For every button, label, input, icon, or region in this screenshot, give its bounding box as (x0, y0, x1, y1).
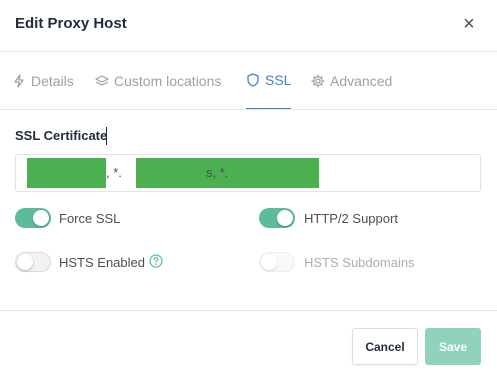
cancel-button[interactable]: Cancel (352, 328, 418, 365)
hsts-enabled-toggle[interactable] (15, 252, 51, 272)
tab-details[interactable]: Details (12, 52, 74, 109)
tab-advanced-label: Advanced (330, 72, 393, 89)
toggle-knob (277, 210, 293, 226)
close-icon[interactable]: × (460, 14, 478, 34)
tab-custom-locations-label: Custom locations (114, 72, 222, 89)
dialog-header: Edit Proxy Host × (0, 0, 497, 52)
tab-advanced[interactable]: Advanced (311, 52, 392, 109)
tab-ssl-label: SSL (265, 72, 292, 88)
toggle-knob (17, 254, 33, 270)
certificate-separator-1: , *. (106, 165, 122, 180)
toggle-knob (261, 254, 277, 270)
layers-icon (95, 74, 109, 88)
tab-ssl[interactable]: SSL (246, 52, 292, 109)
ssl-certificate-select[interactable]: , *. s, *.s (15, 154, 481, 192)
help-circle-icon[interactable] (149, 254, 163, 268)
edit-proxy-host-dialog: Edit Proxy Host × Details Custom locatio… (0, 0, 497, 372)
hsts-enabled-label: HSTS Enabled (59, 255, 145, 270)
ssl-certificate-label: SSL Certificate (15, 128, 108, 143)
redacted-domain-1 (27, 158, 106, 188)
dialog-title: Edit Proxy Host (15, 15, 127, 32)
gear-icon (311, 73, 325, 88)
shield-icon (246, 73, 260, 87)
text-cursor (106, 127, 107, 145)
tab-details-label: Details (31, 72, 74, 89)
http2-support-label: HTTP/2 Support (304, 211, 398, 226)
toggle-knob (33, 210, 49, 226)
hsts-subdomains-toggle (259, 252, 295, 272)
http2-support-toggle[interactable] (259, 208, 295, 228)
redacted-domain-3 (228, 158, 319, 188)
tab-custom-locations[interactable]: Custom locations (95, 52, 221, 109)
tab-bar: Details Custom locations SSL Advanced (0, 52, 497, 110)
hsts-subdomains-label: HSTS Subdomains (304, 255, 415, 270)
dialog-footer: Cancel Save (0, 310, 497, 372)
force-ssl-toggle[interactable] (15, 208, 51, 228)
save-button[interactable]: Save (425, 328, 481, 365)
force-ssl-label: Force SSL (59, 211, 121, 226)
lightning-icon (12, 73, 26, 88)
